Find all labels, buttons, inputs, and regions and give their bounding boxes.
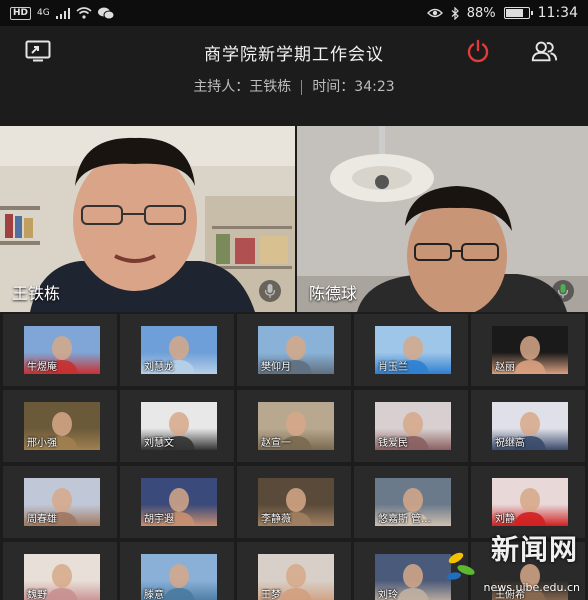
participant-name: 周春雄 [27, 514, 57, 525]
clock: 11:34 [537, 5, 578, 21]
participant-name: 牛煜庵 [27, 362, 57, 373]
participant-name: 魏野 [27, 590, 47, 600]
participant-thumbnail: 魏野 [24, 554, 100, 600]
participant-name: 刘慧龙 [144, 362, 174, 373]
meeting-header: 商学院新学期工作会议 主持人：王铁栋 时间：34:23 [0, 26, 588, 122]
network-type: 4G [37, 8, 50, 18]
participant-thumbnail: 刘静 [492, 478, 568, 526]
participant-tile[interactable]: 李静薇 [237, 466, 351, 538]
participant-thumbnail: 赵宣一 [258, 402, 334, 450]
signal-icon [55, 7, 70, 19]
watermark-url: news.uibe.edu.cn [483, 581, 580, 594]
hd-badge: HD [10, 6, 32, 20]
participant-name: 赵丽 [495, 362, 515, 373]
participant-thumbnail: 牛煜庵 [24, 326, 100, 374]
participant-thumbnail: 刘慧龙 [141, 326, 217, 374]
status-bar: HD 4G 88% 11:34 [0, 0, 588, 26]
participant-thumbnail: 王梦 [258, 554, 334, 600]
participant-name: 刘静 [495, 514, 515, 525]
participant-thumbnail: 樊仰月 [258, 326, 334, 374]
participant-tile[interactable]: 魏野 [3, 542, 117, 600]
meeting-title: 商学院新学期工作会议 [204, 45, 384, 65]
wifi-icon [76, 7, 92, 19]
participant-tile[interactable]: 钱爱民 [354, 390, 468, 462]
participant-tile[interactable]: 邢小强 [3, 390, 117, 462]
participant-thumbnail: 周春雄 [24, 478, 100, 526]
participants-icon [531, 41, 558, 62]
participant-tile[interactable]: 刘慧文 [120, 390, 234, 462]
participant-name: 肖玉兰 [378, 362, 408, 373]
participant-tile[interactable]: 赵丽 [471, 314, 585, 386]
participant-thumbnail: 李静薇 [258, 478, 334, 526]
participant-thumbnail: 肖玉兰 [375, 326, 451, 374]
participant-tile[interactable]: 肖玉兰 [354, 314, 468, 386]
eye-icon [426, 8, 443, 18]
info-divider [301, 79, 303, 95]
participant-name: 刘玲 [378, 590, 398, 600]
participant-name: 滕意 [144, 590, 164, 600]
meeting-info: 主持人：王铁栋 时间：34:23 [0, 76, 588, 96]
participant-name: 钱爱民 [378, 438, 408, 449]
battery-icon [503, 7, 533, 19]
participant-thumbnail: 胡宇遐 [141, 478, 217, 526]
participant-tile[interactable]: 胡宇遐 [120, 466, 234, 538]
participant-tile[interactable]: 牛煜庵 [3, 314, 117, 386]
participant-tile[interactable]: 祝继高 [471, 390, 585, 462]
battery-fill [505, 9, 524, 17]
power-icon [467, 39, 489, 63]
watermark-text: 新闻网 [490, 533, 578, 566]
participant-thumbnail: 刘慧文 [141, 402, 217, 450]
battery-percent: 88% [466, 5, 496, 21]
participant-thumbnail: 赵丽 [492, 326, 568, 374]
participant-tile[interactable]: 王梦 [237, 542, 351, 600]
participant-tile[interactable]: 赵宣一 [237, 390, 351, 462]
participant-tile[interactable]: 滕意 [120, 542, 234, 600]
main-video-tile[interactable]: 王铁栋 [0, 126, 295, 312]
participant-name: 陈德球 [309, 284, 358, 303]
participant-tile[interactable]: 樊仰月 [237, 314, 351, 386]
mic-icon [265, 284, 275, 298]
wechat-icon [97, 7, 114, 19]
end-meeting-button[interactable] [464, 38, 492, 64]
participant-thumbnail: 邢小强 [24, 402, 100, 450]
participant-name: 王铁栋 [12, 284, 61, 303]
mic-icon [558, 284, 568, 298]
status-left: HD 4G [10, 6, 114, 20]
meeting-time: 时间：34:23 [312, 79, 395, 95]
mic-indicator [259, 280, 281, 302]
participant-name: 祝继高 [495, 438, 525, 449]
main-video-tile[interactable]: 陈德球 [297, 126, 588, 312]
participant-tile[interactable]: 刘慧龙 [120, 314, 234, 386]
watermark-leaf-icon [447, 552, 475, 580]
participant-name: 邢小强 [27, 438, 57, 449]
participant-thumbnail: 刘玲 [375, 554, 451, 600]
status-right: 88% 11:34 [426, 5, 578, 21]
participant-name: 王梦 [261, 590, 281, 600]
participant-name: 樊仰月 [261, 362, 291, 373]
participant-name: 刘慧文 [144, 438, 174, 449]
participant-thumbnail: 滕意 [141, 554, 217, 600]
host-label: 主持人：王铁栋 [193, 79, 292, 95]
participant-tile[interactable]: 周春雄 [3, 466, 117, 538]
watermark: 新闻网 news.uibe.edu.cn [444, 528, 584, 598]
participant-name: 胡宇遐 [144, 514, 174, 525]
participant-thumbnail: 钱爱民 [375, 402, 451, 450]
participant-name: 悠嘉斯 管... [378, 514, 431, 525]
participant-name: 李静薇 [261, 514, 291, 525]
participant-name: 赵宣一 [261, 438, 291, 449]
participant-thumbnail: 悠嘉斯 管... [375, 478, 451, 526]
mic-indicator [552, 280, 574, 302]
participant-thumbnail: 祝继高 [492, 402, 568, 450]
bluetooth-icon [451, 6, 459, 20]
participants-button[interactable] [530, 38, 558, 64]
